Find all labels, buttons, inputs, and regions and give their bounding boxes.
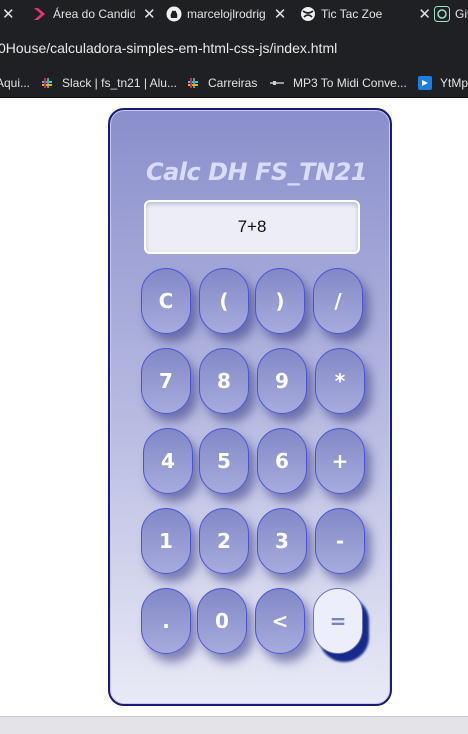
bookmark-carreiras[interactable]: Carreiras (186, 74, 257, 92)
brand-chevron-icon (32, 6, 48, 22)
key-0[interactable]: 0 (197, 588, 247, 654)
key-1[interactable]: 1 (141, 508, 191, 574)
tab-title: Área do Candid (53, 7, 135, 21)
key-7[interactable]: 7 (141, 348, 191, 414)
calculator-title: Calc DH FS_TN21 (146, 158, 368, 186)
key-close-paren[interactable]: ) (255, 268, 305, 334)
key-open-paren[interactable]: ( (199, 268, 249, 334)
close-icon[interactable]: ✕ (143, 7, 156, 22)
key-6[interactable]: 6 (257, 428, 307, 494)
slack-icon (186, 76, 200, 90)
address-bar[interactable]: 0House/calculadora-simples-em-html-css-j… (0, 28, 468, 68)
github-icon (166, 6, 182, 22)
tab-area-candidato[interactable]: Área do Candid ✕ (32, 0, 156, 28)
key-plus[interactable]: + (315, 428, 365, 494)
key-minus[interactable]: - (315, 508, 365, 574)
key-9[interactable]: 9 (257, 348, 307, 414)
chatgpt-icon (434, 6, 450, 22)
bookmark-ytmp[interactable]: YtMp (418, 74, 468, 92)
tab-title: Git (455, 7, 468, 21)
tab-github[interactable]: marcelojlrodrig ✕ (166, 0, 286, 28)
key-clear[interactable]: C (141, 268, 191, 334)
bookmarks-bar: Aqui... Slack | fs_tn21 | Alu... Carreir… (0, 68, 468, 98)
midi-icon (270, 76, 284, 90)
key-multiply[interactable]: * (315, 348, 365, 414)
key-4[interactable]: 4 (143, 428, 193, 494)
key-divide[interactable]: / (313, 268, 363, 334)
tab-tic-tac-zoe[interactable]: Tic Tac Zoe ✕ (300, 0, 431, 28)
globe-icon (300, 6, 316, 22)
close-icon[interactable]: ✕ (2, 7, 15, 22)
browser-tab-strip: ✕ Área do Candid ✕ marcelojlrodrig ✕ Tic… (0, 0, 468, 28)
key-equals[interactable]: = (313, 588, 363, 654)
slack-icon (40, 76, 54, 90)
bookmark-aqui[interactable]: Aqui... (0, 74, 30, 92)
bookmark-slack[interactable]: Slack | fs_tn21 | Alu... (40, 74, 177, 92)
close-icon[interactable]: ✕ (274, 7, 287, 22)
tab-title: marcelojlrodrig (187, 7, 266, 21)
key-3[interactable]: 3 (257, 508, 307, 574)
bookmark-label: Slack | fs_tn21 | Alu... (62, 76, 177, 90)
close-icon[interactable]: ✕ (418, 7, 431, 22)
bookmark-label: YtMp (440, 76, 468, 90)
key-5[interactable]: 5 (199, 428, 249, 494)
tab-title: Tic Tac Zoe (321, 7, 383, 21)
tab-git[interactable]: Git (434, 0, 468, 28)
calculator: Calc DH FS_TN21 7+8 C ( ) / 7 8 9 * 4 5 … (108, 108, 392, 706)
tab-close-partial[interactable]: ✕ (2, 0, 15, 28)
url-text[interactable]: 0House/calculadora-simples-em-html-css-j… (0, 40, 337, 56)
calculator-display[interactable]: 7+8 (144, 200, 360, 254)
key-backspace[interactable]: < (255, 588, 305, 654)
key-8[interactable]: 8 (199, 348, 249, 414)
key-decimal[interactable]: . (141, 588, 191, 654)
bookmark-label: Aqui... (0, 76, 31, 90)
taskbar-edge (0, 716, 468, 734)
bookmark-label: Carreiras (208, 76, 258, 90)
bookmark-label: MP3 To Midi Conve... (293, 76, 407, 90)
ytmp-icon (418, 76, 432, 90)
key-2[interactable]: 2 (199, 508, 249, 574)
bookmark-mp3-to-midi[interactable]: MP3 To Midi Conve... (270, 74, 407, 92)
